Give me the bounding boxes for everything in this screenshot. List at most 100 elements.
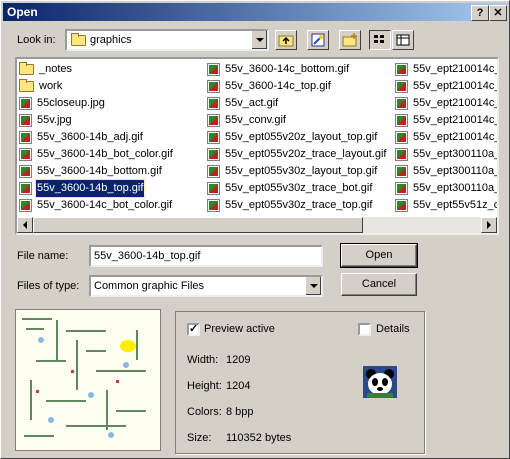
- preview-group: ✓ Preview active Details Width: 1209 Hei…: [175, 311, 425, 454]
- file-item[interactable]: 55v_ept210014c_: [395, 78, 497, 95]
- filetype-value: Common graphic Files: [94, 280, 205, 292]
- size-value: 110352 bytes: [226, 432, 292, 444]
- height-label: Height:: [187, 380, 222, 392]
- file-item[interactable]: 55v_ept055v30z_trace_bot.gif: [207, 180, 373, 197]
- file-item[interactable]: 55closeup.jpg: [19, 95, 106, 112]
- cancel-button[interactable]: Cancel: [341, 273, 417, 296]
- file-item[interactable]: 55v_3600-14c_top.gif: [207, 78, 332, 95]
- file-item-name: 55v_ept300110a_: [413, 182, 497, 194]
- image-file-icon: [395, 80, 408, 93]
- lookin-combo[interactable]: graphics: [65, 29, 269, 51]
- preview-schematic-image: [16, 310, 160, 450]
- image-file-icon: [395, 165, 408, 178]
- file-item[interactable]: 55v_3600-14b_top.gif: [19, 179, 146, 198]
- file-item-name: 55v_conv.gif: [225, 114, 286, 126]
- file-item[interactable]: 55v_ept055v30z_trace_top.gif: [207, 197, 373, 214]
- image-file-icon: [19, 114, 32, 127]
- file-item[interactable]: 55v_ept210014c_: [395, 61, 497, 78]
- image-file-icon: [395, 199, 408, 212]
- help-button[interactable]: ?: [471, 5, 489, 21]
- file-item-name: 55v.jpg: [37, 114, 72, 126]
- file-item-name: 55v_3600-14b_bot_color.gif: [37, 148, 173, 160]
- details-view-icon: [396, 34, 410, 46]
- file-item[interactable]: 55v_ept55v51z_c: [395, 197, 497, 214]
- chevron-down-icon: [255, 38, 264, 42]
- file-item-name: 55v_ept55v51z_c: [413, 199, 497, 211]
- open-dialog: Open ? ✕ Look in: graphics _noteswork 55c…: [0, 0, 510, 459]
- image-file-icon: [207, 114, 220, 127]
- image-file-icon: [207, 199, 220, 212]
- file-item-name: 55v_3600-14c_bottom.gif: [225, 63, 350, 75]
- filetype-combo[interactable]: Common graphic Files: [89, 275, 323, 297]
- file-item-name: 55v_ept300110a_: [413, 165, 497, 177]
- file-item[interactable]: 55v_ept300110a_: [395, 180, 497, 197]
- scroll-left-button[interactable]: [17, 217, 33, 233]
- open-button[interactable]: Open: [340, 243, 418, 268]
- image-file-icon: [19, 165, 32, 178]
- file-item[interactable]: 55v_ept055v20z_layout_top.gif: [207, 129, 378, 146]
- new-folder-icon: [342, 33, 357, 47]
- file-item[interactable]: 55v_ept055v20z_trace_layout.gif: [207, 146, 387, 163]
- file-item[interactable]: 55v_ept300110a_: [395, 163, 497, 180]
- close-button[interactable]: ✕: [489, 5, 507, 21]
- lookin-value: graphics: [90, 34, 132, 46]
- file-item[interactable]: 55v_3600-14c_bottom.gif: [207, 61, 350, 78]
- file-item[interactable]: 55v_3600-14c_bot_color.gif: [19, 197, 173, 214]
- file-item-name: 55v_ept055v30z_trace_top.gif: [225, 199, 373, 211]
- filename-label: File name:: [17, 250, 69, 262]
- file-item-name: 55v_ept055v20z_layout_top.gif: [225, 131, 378, 143]
- image-file-icon: [395, 97, 408, 110]
- horizontal-scrollbar[interactable]: [17, 217, 497, 233]
- file-item-name: 55v_act.gif: [225, 97, 279, 109]
- favorites-icon: [311, 33, 325, 47]
- scroll-thumb[interactable]: [33, 217, 363, 233]
- file-item[interactable]: work: [19, 78, 63, 95]
- file-item-name: _notes: [39, 63, 73, 75]
- file-item-name: 55v_3600-14b_top.gif: [34, 179, 146, 198]
- file-item-name: 55v_ept210014c_: [413, 80, 497, 92]
- lookin-label-text: Look in:: [17, 34, 56, 46]
- list-view-button[interactable]: [369, 30, 391, 50]
- file-item[interactable]: 55v_ept210014c_: [395, 95, 497, 112]
- image-file-icon: [19, 97, 32, 110]
- up-folder-button[interactable]: [275, 30, 297, 50]
- new-folder-button[interactable]: [339, 30, 361, 50]
- details-view-button[interactable]: [392, 30, 414, 50]
- file-item[interactable]: 55v_3600-14b_bot_color.gif: [19, 146, 174, 163]
- file-list[interactable]: _noteswork 55closeup.jpg 55v.jpg 55v_3600-1…: [15, 57, 499, 235]
- image-file-icon: [207, 80, 220, 93]
- file-item-name: 55v_ept300110a_: [413, 148, 497, 160]
- open-button-label: Open: [365, 249, 393, 261]
- preview-active-checkbox[interactable]: ✓: [187, 323, 200, 336]
- panda-icon: [363, 366, 397, 398]
- file-item[interactable]: 55v_ept300110a_: [395, 146, 497, 163]
- arrow-left-icon: [23, 221, 27, 229]
- file-item[interactable]: 55v_act.gif: [207, 95, 279, 112]
- lookin-label: Look in:: [17, 34, 56, 46]
- image-file-icon: [19, 199, 32, 212]
- up-folder-icon: [278, 35, 294, 47]
- size-label: Size:: [187, 432, 212, 444]
- width-value: 1209: [226, 354, 251, 366]
- file-item[interactable]: 55v_3600-14b_bottom.gif: [19, 163, 163, 180]
- file-item[interactable]: 55v_conv.gif: [207, 112, 287, 129]
- window-title: Open: [7, 5, 38, 19]
- folder-icon: [71, 33, 86, 46]
- filename-field[interactable]: 55v_3600-14b_top.gif: [89, 245, 323, 267]
- check-mark-icon: ✓: [189, 323, 199, 335]
- details-label: Details: [376, 323, 410, 335]
- scroll-right-button[interactable]: [481, 217, 497, 233]
- lookin-dropdown-button[interactable]: [251, 31, 267, 49]
- file-item[interactable]: 55v_3600-14b_adj.gif: [19, 129, 144, 146]
- image-file-icon: [395, 114, 408, 127]
- title-bar[interactable]: Open ? ✕: [3, 3, 507, 21]
- file-item[interactable]: _notes: [19, 61, 73, 78]
- file-item[interactable]: 55v_ept055v30z_layout_top.gif: [207, 163, 378, 180]
- file-item[interactable]: 55v_ept210014c_: [395, 112, 497, 129]
- list-view-icon: [374, 35, 384, 43]
- file-item[interactable]: 55v.jpg: [19, 112, 73, 129]
- filetype-dropdown-button[interactable]: [305, 277, 321, 295]
- details-checkbox[interactable]: [358, 323, 371, 336]
- file-item[interactable]: 55v_ept210014c_: [395, 129, 497, 146]
- favorites-button[interactable]: [307, 30, 329, 50]
